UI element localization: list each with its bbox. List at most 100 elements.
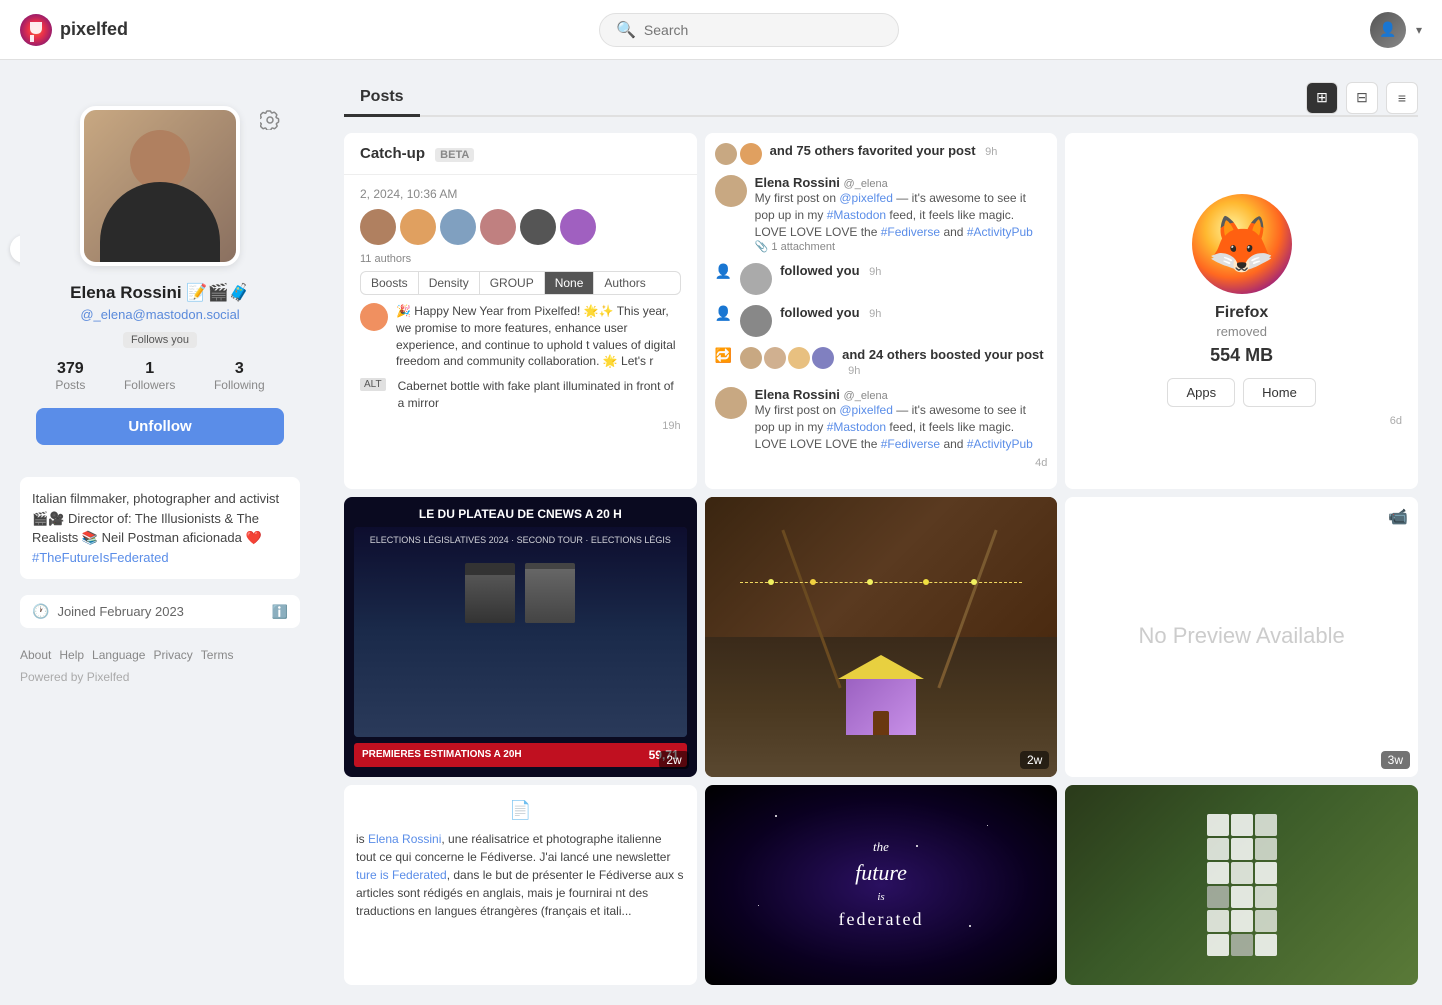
future-image: the future is federated xyxy=(705,785,1058,985)
settings-icon[interactable] xyxy=(256,106,284,134)
notif-post-item-2: Elena Rossini @_elena My first post on @… xyxy=(715,387,1048,468)
follows-you-badge: Follows you xyxy=(123,332,197,348)
notif-follow-text-1: followed you xyxy=(780,263,859,278)
no-preview-age: 3w xyxy=(1381,751,1410,769)
text-post-newsletter-link[interactable]: ture is Federated xyxy=(356,868,447,882)
catchup-tab-none[interactable]: None xyxy=(545,272,595,294)
future-future: future xyxy=(839,856,924,889)
catchup-avatar-3 xyxy=(440,209,476,245)
elections-card[interactable]: LE DU PLATEAU DE CNEWS A 20 H ELECTIONS … xyxy=(344,497,697,777)
language-link[interactable]: Language xyxy=(92,648,145,662)
terms-link[interactable]: Terms xyxy=(201,648,234,662)
no-preview-text: No Preview Available xyxy=(1139,621,1345,652)
top-navigation: pixelfed 🔍 👤 ▾ xyxy=(0,0,1442,60)
firefox-icon: 🦊 xyxy=(1192,194,1292,294)
app-name: pixelfed xyxy=(60,19,128,40)
catchup-card[interactable]: Catch-up BETA 2, 2024, 10:36 AM 11 autho… xyxy=(344,133,697,489)
future-federated-card[interactable]: the future is federated xyxy=(705,785,1058,985)
left-sidebar: ‹ Elena Rossini 📝🎬🧳 @_elena@mastodon.soc… xyxy=(0,60,320,1005)
lego-block xyxy=(1207,910,1229,932)
search-input[interactable] xyxy=(644,22,882,38)
catchup-avatar-5 xyxy=(520,209,556,245)
catchup-beta-badge: BETA xyxy=(435,148,474,162)
posts-tabs-bar: Posts ⊞ ⊟ ≡ xyxy=(344,80,1418,117)
catchup-avatar-6 xyxy=(560,209,596,245)
firefox-emoji: 🦊 xyxy=(1207,212,1275,277)
notif-fav-avatar-1 xyxy=(715,143,737,165)
following-label: Following xyxy=(214,378,265,392)
catchup-post-text: 🎉 Happy New Year from Pixelfed! 🌟✨ This … xyxy=(396,303,681,370)
room-card[interactable]: 2w xyxy=(705,497,1058,777)
firefox-buttons: Apps Home xyxy=(1167,378,1315,407)
catchup-tab-density[interactable]: Density xyxy=(419,272,480,294)
view-controls: ⊞ ⊟ ≡ xyxy=(1306,82,1418,114)
search-bar[interactable]: 🔍 xyxy=(599,13,899,47)
lego-block xyxy=(1207,862,1229,884)
lego-block xyxy=(1231,886,1253,908)
firefox-home-button[interactable]: Home xyxy=(1243,378,1316,407)
catchup-tab-group[interactable]: GROUP xyxy=(480,272,545,294)
view-list-button[interactable]: ≡ xyxy=(1386,82,1418,114)
posts-grid: Catch-up BETA 2, 2024, 10:36 AM 11 autho… xyxy=(344,133,1418,985)
view-grid-large-button[interactable]: ⊞ xyxy=(1306,82,1338,114)
elections-content: LE DU PLATEAU DE CNEWS A 20 H ELECTIONS … xyxy=(344,497,697,777)
joined-info-icon[interactable]: ℹ️ xyxy=(272,604,288,620)
user-avatar[interactable]: 👤 xyxy=(1370,12,1406,48)
notif-fav-time: 9h xyxy=(985,146,997,158)
profile-avatar-wrap xyxy=(36,106,284,271)
catchup-content: 2, 2024, 10:36 AM 11 authors Boosts Dens… xyxy=(344,175,697,444)
elections-age: 2w xyxy=(659,751,688,769)
text-post-card[interactable]: 📄 is Elena Rossini, une réalisatrice et … xyxy=(344,785,697,985)
lego-block xyxy=(1231,814,1253,836)
profile-stats: 379 Posts 1 Followers 3 Following xyxy=(36,360,284,392)
main-content: Posts ⊞ ⊟ ≡ Catch-up BETA xyxy=(320,60,1442,1005)
lego-block xyxy=(1231,934,1253,956)
lego-block xyxy=(1255,910,1277,932)
catchup-avatar-2 xyxy=(400,209,436,245)
bio-hashtag-link[interactable]: #TheFutureIsFederated xyxy=(32,550,169,565)
notif-post-attachment: 📎 1 attachment xyxy=(755,240,1048,253)
followers-label: Followers xyxy=(124,378,175,392)
catchup-tab-authors[interactable]: Authors xyxy=(594,272,655,294)
firefox-card[interactable]: 🦊 Firefox removed 554 MB Apps Home 6d xyxy=(1065,133,1418,489)
lego-block xyxy=(1255,838,1277,860)
catchup-filter-tabs: Boosts Density GROUP None Authors xyxy=(360,271,681,295)
no-preview-card[interactable]: 📹 No Preview Available 3w xyxy=(1065,497,1418,777)
elections-title: LE DU PLATEAU DE CNEWS A 20 H xyxy=(354,507,687,521)
lego-card[interactable] xyxy=(1065,785,1418,985)
firefox-app-name: Firefox xyxy=(1215,304,1268,322)
joined-date: Joined February 2023 xyxy=(57,604,183,619)
notif-post-handles: @_elena xyxy=(844,178,888,190)
catchup-post-new-year: 🎉 Happy New Year from Pixelfed! 🌟✨ This … xyxy=(360,303,681,370)
unfollow-button[interactable]: Unfollow xyxy=(36,408,284,445)
notif-fav-content: and 75 others favorited your post 9h xyxy=(770,143,1048,158)
view-grid-small-button[interactable]: ⊟ xyxy=(1346,82,1378,114)
notif-followed-2: 👤 followed you 9h xyxy=(715,305,1048,337)
notif-post-item: Elena Rossini @_elena My first post on @… xyxy=(715,175,1048,253)
room-age: 2w xyxy=(1020,751,1049,769)
topnav-right-section: 👤 ▾ xyxy=(1370,12,1422,48)
lego-block xyxy=(1231,838,1253,860)
firefox-age: 6d xyxy=(1081,415,1402,427)
profile-handle[interactable]: @_elena@mastodon.social xyxy=(36,307,284,322)
lego-block xyxy=(1231,862,1253,884)
notif-fav-text: and 75 others favorited your post xyxy=(770,143,976,158)
notif-post-content: Elena Rossini @_elena My first post on @… xyxy=(755,175,1048,253)
notif-favorited: and 75 others favorited your post 9h xyxy=(715,143,1048,165)
about-link[interactable]: About xyxy=(20,648,51,662)
help-link[interactable]: Help xyxy=(59,648,84,662)
text-post-author-link[interactable]: Elena Rossini xyxy=(368,832,441,846)
text-post-icon: 📄 xyxy=(356,797,685,824)
lego-block xyxy=(1255,886,1277,908)
app-logo[interactable]: pixelfed xyxy=(20,14,128,46)
catchup-tab-boosts[interactable]: Boosts xyxy=(361,272,419,294)
notification-card[interactable]: and 75 others favorited your post 9h Ele… xyxy=(705,133,1058,489)
profile-avatar xyxy=(80,106,240,266)
clock-icon: 🕐 xyxy=(32,603,49,620)
user-menu-arrow[interactable]: ▾ xyxy=(1416,23,1422,37)
profile-joined: 🕐 Joined February 2023 ℹ️ xyxy=(20,595,300,628)
catchup-alt-text: Cabernet bottle with fake plant illumina… xyxy=(398,378,681,412)
tab-posts[interactable]: Posts xyxy=(344,80,420,117)
privacy-link[interactable]: Privacy xyxy=(153,648,192,662)
firefox-apps-button[interactable]: Apps xyxy=(1167,378,1235,407)
